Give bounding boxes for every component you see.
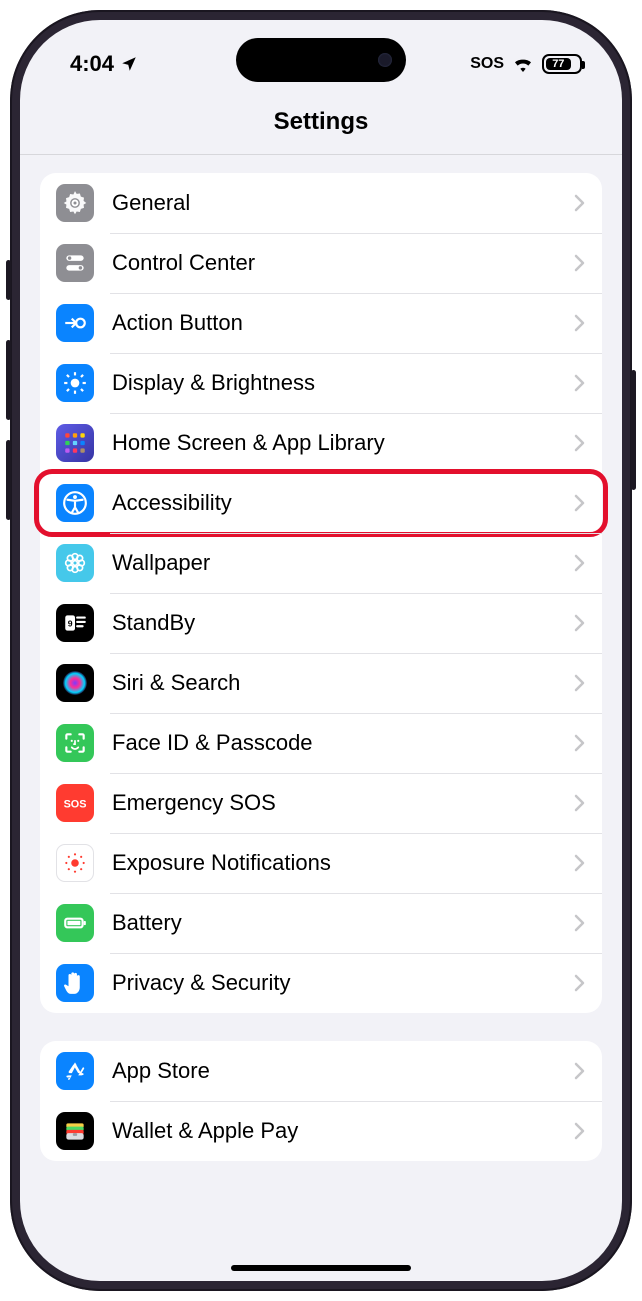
chevron-right-icon	[574, 1062, 586, 1080]
chevron-right-icon	[574, 734, 586, 752]
chevron-right-icon	[574, 434, 586, 452]
settings-row-label: Battery	[112, 910, 574, 936]
chevron-right-icon	[574, 254, 586, 272]
settings-row-accessibility[interactable]: Accessibility	[40, 473, 602, 533]
settings-row-label: Face ID & Passcode	[112, 730, 574, 756]
sos-icon: SOS	[56, 784, 94, 822]
display-icon	[56, 364, 94, 402]
privacy-icon	[56, 964, 94, 1002]
volume-down-button	[6, 440, 11, 520]
chevron-right-icon	[574, 794, 586, 812]
siri-icon	[56, 664, 94, 702]
iphone-frame: 4:04 SOS 77 Settings GeneralControl Cent…	[10, 10, 632, 1291]
settings-row-app-store[interactable]: App Store	[40, 1041, 602, 1101]
settings-row-faceid[interactable]: Face ID & Passcode	[40, 713, 602, 773]
settings-row-home-screen[interactable]: Home Screen & App Library	[40, 413, 602, 473]
settings-row-wallpaper[interactable]: Wallpaper	[40, 533, 602, 593]
power-button	[631, 370, 636, 490]
battery-icon: 77	[542, 54, 582, 74]
chevron-right-icon	[574, 914, 586, 932]
settings-row-label: StandBy	[112, 610, 574, 636]
settings-row-label: Display & Brightness	[112, 370, 574, 396]
settings-row-label: Wallpaper	[112, 550, 574, 576]
location-icon	[120, 55, 138, 73]
screen: 4:04 SOS 77 Settings GeneralControl Cent…	[20, 20, 622, 1281]
settings-row-label: General	[112, 190, 574, 216]
settings-row-control-center[interactable]: Control Center	[40, 233, 602, 293]
exposure-icon	[56, 844, 94, 882]
faceid-icon	[56, 724, 94, 762]
settings-row-standby[interactable]: 9 StandBy	[40, 593, 602, 653]
chevron-right-icon	[574, 1122, 586, 1140]
control-center-icon	[56, 244, 94, 282]
chevron-right-icon	[574, 374, 586, 392]
settings-row-siri[interactable]: Siri & Search	[40, 653, 602, 713]
chevron-right-icon	[574, 854, 586, 872]
battery-level: 77	[546, 58, 571, 70]
settings-row-wallet[interactable]: Wallet & Apple Pay	[40, 1101, 602, 1161]
settings-row-sos[interactable]: SOS Emergency SOS	[40, 773, 602, 833]
settings-row-label: Siri & Search	[112, 670, 574, 696]
settings-row-exposure[interactable]: Exposure Notifications	[40, 833, 602, 893]
settings-row-label: Privacy & Security	[112, 970, 574, 996]
wifi-icon	[512, 56, 534, 72]
settings-row-action-button[interactable]: Action Button	[40, 293, 602, 353]
standby-icon: 9	[56, 604, 94, 642]
wallet-icon	[56, 1112, 94, 1150]
status-time: 4:04	[70, 51, 114, 77]
settings-row-label: App Store	[112, 1058, 574, 1084]
settings-row-label: Emergency SOS	[112, 790, 574, 816]
settings-row-label: Wallet & Apple Pay	[112, 1118, 574, 1144]
general-icon	[56, 184, 94, 222]
settings-row-label: Exposure Notifications	[112, 850, 574, 876]
chevron-right-icon	[574, 314, 586, 332]
silence-switch	[6, 260, 11, 300]
chevron-right-icon	[574, 194, 586, 212]
app-store-icon	[56, 1052, 94, 1090]
chevron-right-icon	[574, 674, 586, 692]
sos-indicator: SOS	[470, 55, 504, 73]
settings-group: App Store Wallet & Apple Pay	[40, 1041, 602, 1161]
settings-row-label: Action Button	[112, 310, 574, 336]
accessibility-icon	[56, 484, 94, 522]
home-indicator[interactable]	[231, 1265, 411, 1271]
battery-icon	[56, 904, 94, 942]
chevron-right-icon	[574, 614, 586, 632]
settings-row-label: Control Center	[112, 250, 574, 276]
settings-group: General Control Center Action Button Displa…	[40, 173, 602, 1013]
home-screen-icon	[56, 424, 94, 462]
settings-list[interactable]: General Control Center Action Button Displa…	[20, 155, 622, 1281]
settings-row-label: Home Screen & App Library	[112, 430, 574, 456]
chevron-right-icon	[574, 974, 586, 992]
settings-row-battery[interactable]: Battery	[40, 893, 602, 953]
action-button-icon	[56, 304, 94, 342]
settings-row-label: Accessibility	[112, 490, 574, 516]
chevron-right-icon	[574, 494, 586, 512]
settings-row-general[interactable]: General	[40, 173, 602, 233]
dynamic-island	[236, 38, 406, 82]
wallpaper-icon	[56, 544, 94, 582]
svg-text:9: 9	[68, 618, 73, 628]
chevron-right-icon	[574, 554, 586, 572]
settings-row-privacy[interactable]: Privacy & Security	[40, 953, 602, 1013]
svg-text:SOS: SOS	[64, 798, 87, 810]
volume-up-button	[6, 340, 11, 420]
settings-row-display[interactable]: Display & Brightness	[40, 353, 602, 413]
